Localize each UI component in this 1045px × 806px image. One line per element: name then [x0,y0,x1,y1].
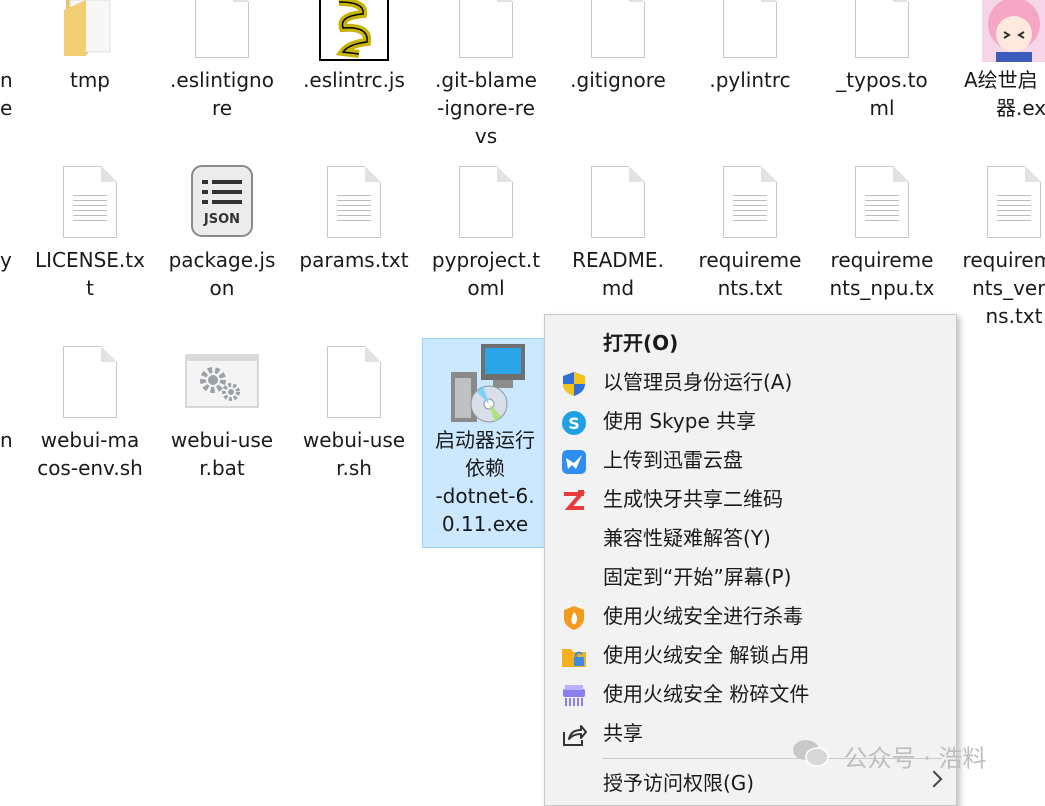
partial-filename-left: y [0,248,12,272]
file-name: .git-blame -ignore-re vs [435,68,537,148]
blank-document-icon [855,0,909,58]
menu-item-huorong-shred[interactable]: 使用火绒安全 粉碎文件 [545,674,956,713]
watermark: 公众号 · 浩料 [792,738,987,774]
file-name: webui-ma cos-env.sh [37,428,143,480]
file-name: webui-use r.sh [302,428,406,480]
script-scroll-icon [319,0,389,62]
menu-item-run-as-admin[interactable]: 以管理员身份运行(A) [545,362,956,401]
file-name: requireme nts_npu.tx [829,248,935,300]
blank-document-icon [63,346,117,418]
file-name: tmp [69,68,111,92]
blank-document-icon [459,166,513,238]
uac-shield-icon [561,371,587,396]
file-name: webui-use r.bat [170,428,274,480]
context-menu: 打开(O) 以管理员身份运行(A) S 使用 Skype 共享 上传到迅雷云盘 … [544,314,957,806]
kuaiya-icon [561,488,587,512]
folder-icon [60,0,120,58]
partial-filename-left: n [0,428,13,452]
huorong-unlock-icon [561,644,587,668]
blank-document-icon [591,0,645,58]
file-name: .eslintigno re [170,68,274,120]
text-document-icon [327,166,381,238]
text-document-icon [63,166,117,238]
file-name: .gitignore [570,68,666,92]
file-name: requirements_versns.txt [962,248,1045,328]
share-icon [561,722,587,746]
batch-gears-icon [185,354,259,408]
menu-item-huorong-scan[interactable]: 使用火绒安全进行杀毒 [545,596,956,635]
file-name: _typos.to ml [836,68,928,120]
menu-item-xunlei-upload[interactable]: 上传到迅雷云盘 [545,440,956,479]
file-name: A绘世启器.exe [964,68,1045,120]
partial-filename-left: n e [0,68,13,120]
file-name: 启动器运行 依赖 -dotnet-6. 0.11.exe [435,428,535,536]
text-document-icon [723,166,777,238]
skype-icon: S [561,410,587,435]
installer-icon [443,342,527,426]
blank-document-icon [459,0,513,58]
text-document-icon [855,166,909,238]
text-document-icon [987,166,1041,238]
blank-document-icon [195,0,249,58]
file-name: .pylintrc [709,68,791,92]
file-name: .eslintrc.js [303,68,405,92]
json-file-icon: JSON [190,164,254,238]
menu-item-skype-share[interactable]: S 使用 Skype 共享 [545,401,956,440]
menu-item-pin-to-start[interactable]: 固定到“开始”屏幕(P) [545,557,956,596]
file-name: README. md [572,248,664,300]
file-name: params.txt [299,248,409,272]
blank-document-icon [591,166,645,238]
blank-document-icon [723,0,777,58]
file-name: pyproject.t oml [431,248,541,300]
wechat-icon [792,738,830,774]
file-name: LICENSE.tx t [35,248,145,300]
anime-app-icon [982,0,1045,62]
huorong-shred-icon [561,683,587,707]
menu-item-open[interactable]: 打开(O) [545,323,956,362]
svg-text:S: S [568,414,580,433]
menu-item-compat-troubleshoot[interactable]: 兼容性疑难解答(Y) [545,518,956,557]
file-name: requireme nts.txt [698,248,802,300]
file-name: package.js on [168,248,276,300]
xunlei-icon [561,449,587,474]
menu-item-huorong-unlock[interactable]: 使用火绒安全 解锁占用 [545,635,956,674]
huorong-icon [561,605,587,630]
menu-item-kuaiya-qr[interactable]: 生成快牙共享二维码 [545,479,956,518]
json-label: JSON [203,212,241,227]
blank-document-icon [327,346,381,418]
